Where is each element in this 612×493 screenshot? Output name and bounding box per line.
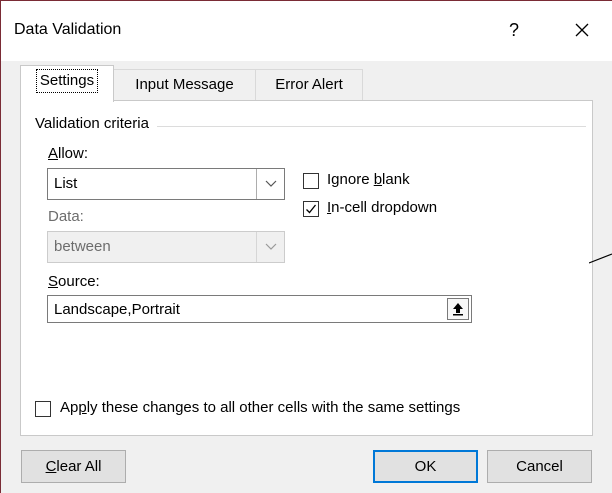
data-value: between (54, 238, 111, 255)
allow-dropdown[interactable]: List (47, 168, 285, 200)
collapse-dialog-button[interactable] (447, 298, 469, 320)
data-validation-dialog: Data Validation ? Settings Input Message… (1, 1, 612, 493)
chevron-down-icon[interactable] (256, 169, 284, 199)
dialog-title: Data Validation (14, 21, 122, 38)
ignore-blank-checkbox[interactable] (303, 173, 319, 189)
source-label: Source: (48, 273, 100, 290)
validation-criteria-label: Validation criteria (35, 115, 157, 132)
source-input[interactable]: Landscape,Portrait (47, 295, 472, 323)
title-bar[interactable]: Data Validation ? (1, 1, 612, 61)
tab-error-alert[interactable]: Error Alert (255, 69, 363, 100)
tab-settings[interactable]: Settings (20, 65, 114, 102)
close-button[interactable] (567, 15, 597, 45)
tab-input-message[interactable]: Input Message (112, 69, 257, 100)
data-label: Data: (48, 208, 84, 225)
connector-line (589, 253, 612, 264)
apply-to-all-checkbox[interactable] (35, 401, 51, 417)
checkmark-icon (306, 204, 317, 214)
tab-error-alert-label: Error Alert (275, 76, 343, 93)
collapse-dialog-arrow-icon (453, 303, 463, 316)
in-cell-dropdown-label: In-cell dropdown (327, 199, 438, 216)
close-x-icon (575, 23, 589, 37)
ok-button[interactable]: OK (373, 450, 478, 483)
tab-settings-label: Settings (35, 69, 99, 93)
tab-input-message-label: Input Message (135, 76, 234, 93)
chevron-down-icon[interactable] (256, 232, 284, 262)
apply-to-all-label: Apply these changes to all other cells w… (60, 399, 461, 416)
allow-value: List (54, 175, 78, 192)
in-cell-dropdown-checkbox[interactable] (303, 201, 319, 217)
source-value: Landscape,Portrait (54, 301, 180, 318)
cancel-button[interactable]: Cancel (487, 450, 592, 483)
help-button[interactable]: ? (499, 15, 529, 45)
ignore-blank-label: Ignore blank (327, 171, 410, 188)
clear-all-button[interactable]: Clear All (21, 450, 126, 483)
settings-panel: Validation criteria Allow: List Data: be… (20, 100, 593, 436)
data-dropdown[interactable]: between (47, 231, 285, 263)
allow-label: Allow: (48, 145, 89, 162)
